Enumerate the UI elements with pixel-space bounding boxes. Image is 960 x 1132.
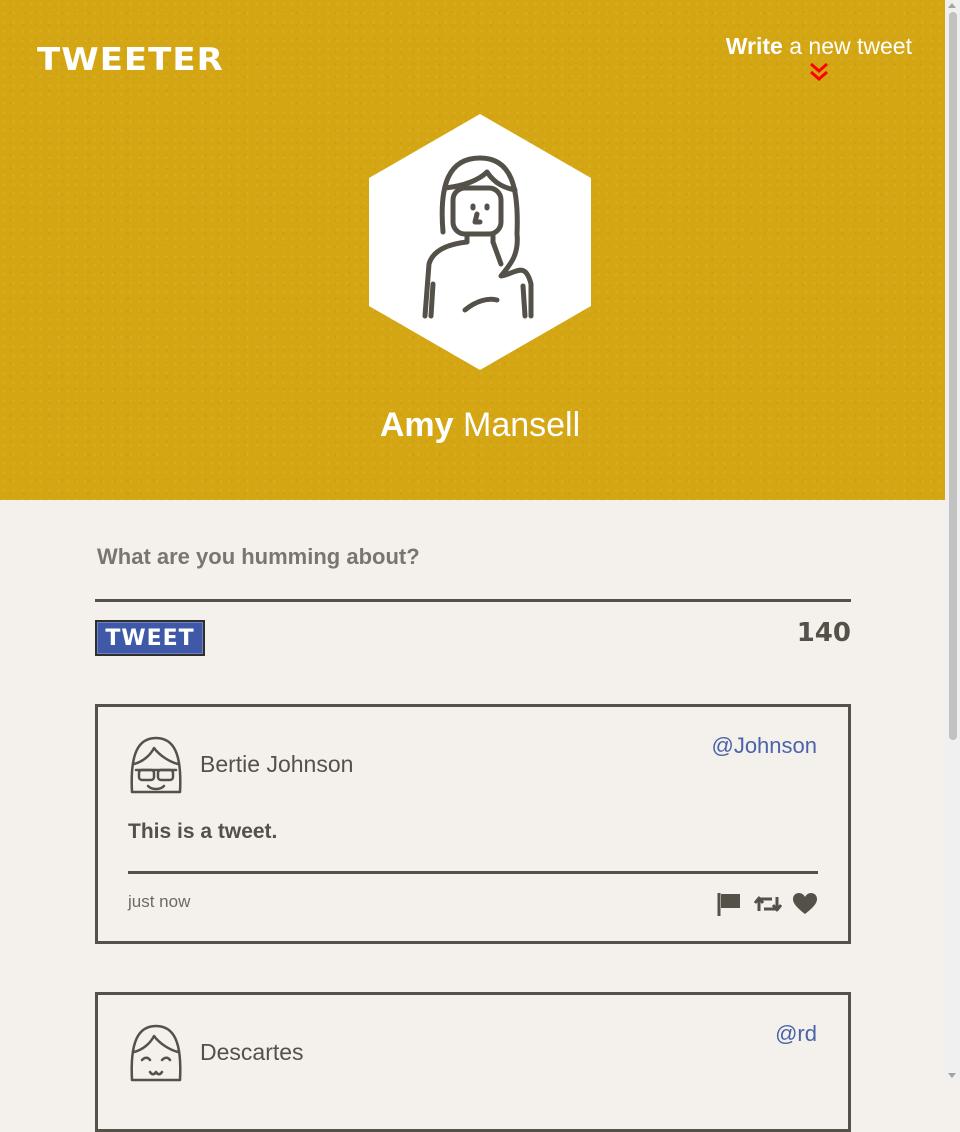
tweet-timestamp: just now xyxy=(128,892,191,911)
smiling-avatar-icon xyxy=(130,1024,182,1082)
compose-label-bold: Write xyxy=(725,33,783,59)
profile-last-name: Mansell xyxy=(453,406,581,444)
tweet-divider xyxy=(128,871,818,874)
scroll-up-arrow-icon[interactable] xyxy=(948,3,956,8)
write-new-tweet-toggle[interactable]: Write a new tweet xyxy=(726,33,912,82)
profile-name: Amy Mansell xyxy=(0,406,960,445)
profile-header: TWEETER Write a new tweet Amy Mansell xyxy=(0,0,945,500)
tweet-text: This is a tweet. xyxy=(128,820,278,843)
scroll-thumb[interactable] xyxy=(949,12,957,740)
double-chevron-down-icon[interactable] xyxy=(808,62,830,82)
retweet-icon[interactable] xyxy=(753,891,783,917)
tweet-author: Descartes xyxy=(200,1039,304,1065)
profile-avatar xyxy=(369,114,591,370)
page-scrollbar[interactable] xyxy=(945,0,960,1081)
tweet-card: Descartes @rd xyxy=(95,992,851,1132)
tweet-handle[interactable]: @Johnson xyxy=(711,733,817,759)
flag-icon[interactable] xyxy=(716,891,742,917)
profile-first-name: Amy xyxy=(379,406,454,444)
tweet-handle[interactable]: @rd xyxy=(775,1021,817,1047)
tweet-card: Bertie Johnson @Johnson This is a tweet.… xyxy=(95,704,851,944)
sunglasses-avatar-icon xyxy=(130,736,182,794)
tweet-submit-button[interactable]: TWEET xyxy=(95,620,205,656)
app-logo[interactable]: TWEETER xyxy=(37,42,224,79)
new-tweet-form: TWEET 140 xyxy=(95,530,851,656)
compose-label-rest: a new tweet xyxy=(782,33,912,59)
scroll-down-arrow-icon[interactable] xyxy=(948,1073,956,1078)
heart-icon[interactable] xyxy=(792,891,818,917)
tweet-author: Bertie Johnson xyxy=(200,751,354,777)
tweet-input[interactable] xyxy=(95,530,851,602)
tweet-actions xyxy=(716,891,818,917)
character-counter: 140 xyxy=(796,618,851,648)
